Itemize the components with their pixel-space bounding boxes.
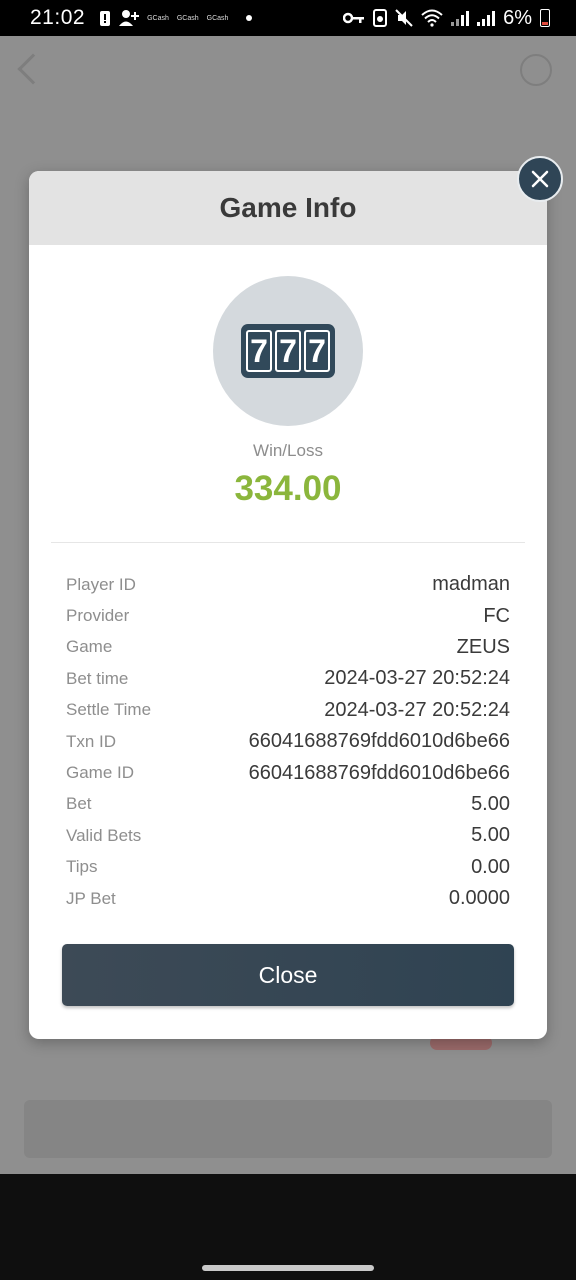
detail-label: Txn ID [66, 731, 117, 751]
detail-value: 2024-03-27 20:52:24 [324, 667, 510, 690]
detail-row-jp-bet: JP Bet 0.0000 [66, 883, 510, 914]
close-icon [531, 170, 549, 188]
reel-digit: 7 [304, 330, 330, 372]
close-button[interactable]: Close [62, 944, 514, 1006]
detail-value: 66041688769fdd6010d6be66 [248, 730, 510, 753]
data-saver-icon [373, 9, 388, 27]
detail-value: madman [432, 573, 510, 596]
detail-label: Settle Time [66, 700, 152, 720]
detail-row-game: Game ZEUS [66, 632, 510, 663]
detail-row-game-id: Game ID 66041688769fdd6010d6be66 [66, 757, 510, 788]
detail-label: Provider [66, 606, 130, 626]
gcash-notification-icon: GCash [206, 14, 229, 22]
back-arrow-icon [17, 53, 49, 85]
detail-value: 0.00 [471, 855, 510, 878]
detail-row-valid-bets: Valid Bets 5.00 [66, 820, 510, 851]
game-info-modal: Game Info 7 7 7 Win/Loss 334.00 Player I… [29, 171, 547, 1039]
detail-row-provider: Provider FC [66, 600, 510, 631]
close-modal-button[interactable] [517, 156, 563, 202]
gcash-notification-icon: GCash [176, 14, 199, 22]
status-time: 21:02 [30, 6, 86, 29]
detail-label: Player ID [66, 574, 136, 594]
detail-row-bet-time: Bet time 2024-03-27 20:52:24 [66, 663, 510, 694]
reel-digit: 7 [275, 330, 301, 372]
background-header [0, 36, 576, 106]
slot-machine-icon: 7 7 7 [213, 276, 363, 426]
slot-reels: 7 7 7 [241, 324, 335, 378]
detail-value: 0.0000 [448, 887, 510, 910]
detail-value: 66041688769fdd6010d6be66 [248, 761, 510, 784]
signal-icon [477, 10, 496, 26]
more-notifications-dot-icon [246, 15, 253, 21]
detail-label: Game ID [66, 763, 135, 783]
detail-row-tips: Tips 0.00 [66, 852, 510, 883]
system-icons: 6% [343, 7, 550, 30]
game-details-list: Player ID madman Provider FC Game ZEUS B… [66, 569, 510, 914]
detail-label: Game [66, 637, 113, 657]
detail-label: Bet time [66, 668, 129, 688]
battery-icon [540, 9, 550, 27]
background-card [24, 1100, 552, 1158]
detail-label: Bet [66, 794, 92, 814]
detail-value: 2024-03-27 20:52:24 [324, 698, 510, 721]
win-loss-value: 334.00 [234, 469, 342, 508]
gcash-notification-icon: GCash [147, 14, 169, 22]
refresh-icon [520, 54, 552, 86]
detail-row-txn-id: Txn ID 66041688769fdd6010d6be66 [66, 726, 510, 757]
notification-icons: GCash GCash GCash [99, 9, 253, 27]
detail-value: 5.00 [471, 824, 510, 847]
battery-percent: 6% [503, 6, 532, 29]
vpn-key-icon [343, 12, 365, 24]
wifi-icon [421, 9, 443, 27]
detail-label: Valid Bets [66, 825, 142, 845]
status-bar: 21:02 GCash GCash GCash 6% [0, 0, 576, 36]
signal-icon [451, 10, 470, 26]
win-loss-label: Win/Loss [253, 441, 323, 460]
detail-row-player-id: Player ID madman [66, 569, 510, 600]
reel-digit: 7 [246, 330, 272, 372]
divider [51, 542, 525, 543]
detail-value: FC [483, 604, 510, 627]
add-contact-icon [119, 10, 140, 26]
detail-label: Tips [66, 857, 98, 877]
home-gesture-handle[interactable] [202, 1265, 374, 1271]
alert-battery-icon [100, 11, 111, 26]
detail-row-settle-time: Settle Time 2024-03-27 20:52:24 [66, 695, 510, 726]
modal-title: Game Info [29, 171, 547, 245]
mute-icon [395, 9, 413, 27]
detail-value: 5.00 [471, 792, 510, 815]
detail-value: ZEUS [456, 635, 510, 658]
detail-label: JP Bet [66, 888, 116, 908]
detail-row-bet: Bet 5.00 [66, 789, 510, 820]
